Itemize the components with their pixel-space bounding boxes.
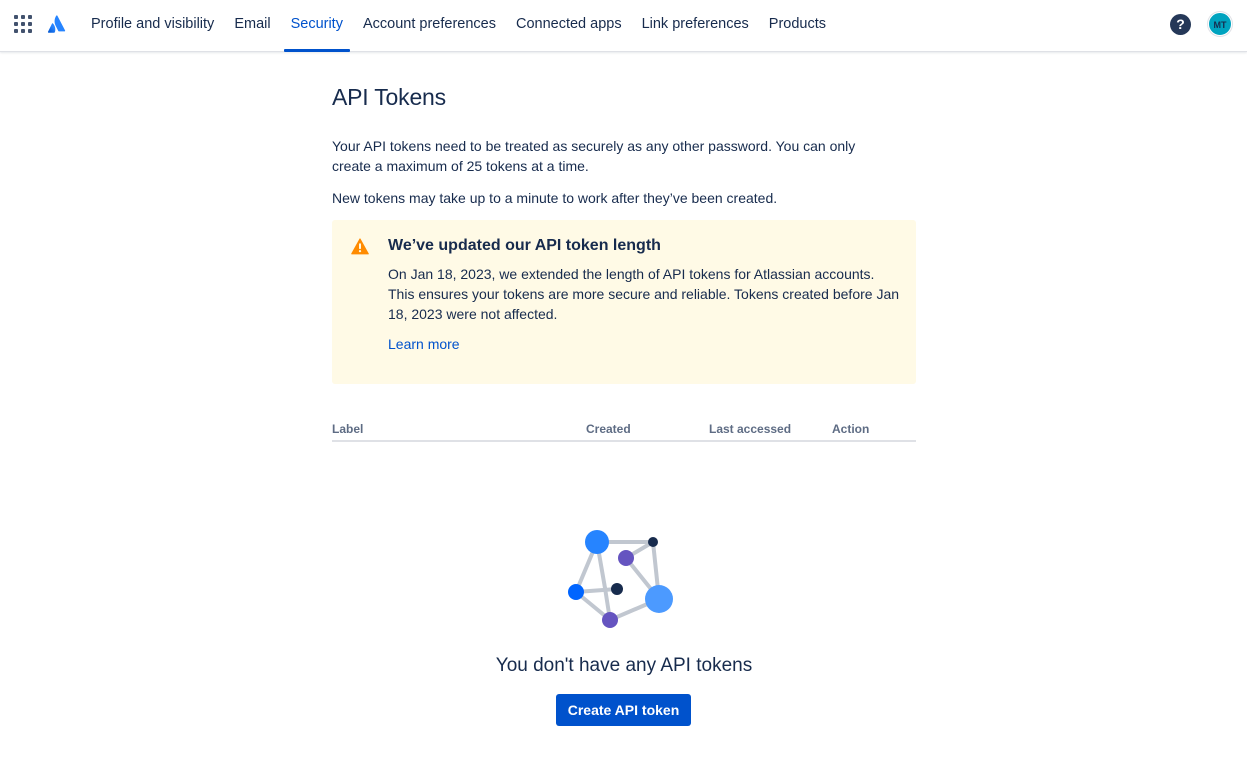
learn-more-link[interactable]: Learn more [388,336,460,352]
banner-text: On Jan 18, 2023, we extended the length … [388,266,900,322]
page-note: New tokens may take up to a minute to wo… [332,190,778,206]
app-switcher-icon[interactable] [14,15,32,33]
banner-title: We’ve updated our API token length [388,237,661,254]
warning-icon [351,238,369,255]
tab-connected-apps[interactable]: Connected apps [506,0,632,52]
atlassian-logo-icon[interactable] [47,14,67,34]
page-title: API Tokens [332,84,446,110]
tab-link-preferences[interactable]: Link preferences [632,0,759,52]
tab-profile-and-visibility[interactable]: Profile and visibility [81,0,224,52]
column-header-action: Action [832,422,870,436]
warning-banner: We’ve updated our API token length On Ja… [332,220,916,384]
tab-email[interactable]: Email [224,0,280,52]
tokens-table-header: Label Created Last accessed Action [332,420,916,442]
empty-state-title: You don't have any API tokens [495,655,753,676]
column-header-last-accessed[interactable]: Last accessed [709,422,791,436]
network-graph-illustration [568,530,673,628]
page-description: Your API tokens need to be treated as se… [332,138,856,174]
tab-products[interactable]: Products [759,0,836,52]
tab-account-preferences[interactable]: Account preferences [353,0,506,52]
account-tabs: Profile and visibility Email Security Ac… [81,0,836,52]
column-header-created[interactable]: Created [586,422,631,436]
top-navigation: Profile and visibility Email Security Ac… [0,0,1247,52]
help-icon[interactable]: ? [1170,14,1191,35]
column-header-label[interactable]: Label [332,422,363,436]
tab-security[interactable]: Security [281,0,353,52]
create-api-token-button[interactable]: Create API token [556,694,691,726]
avatar[interactable]: MT [1208,12,1232,36]
